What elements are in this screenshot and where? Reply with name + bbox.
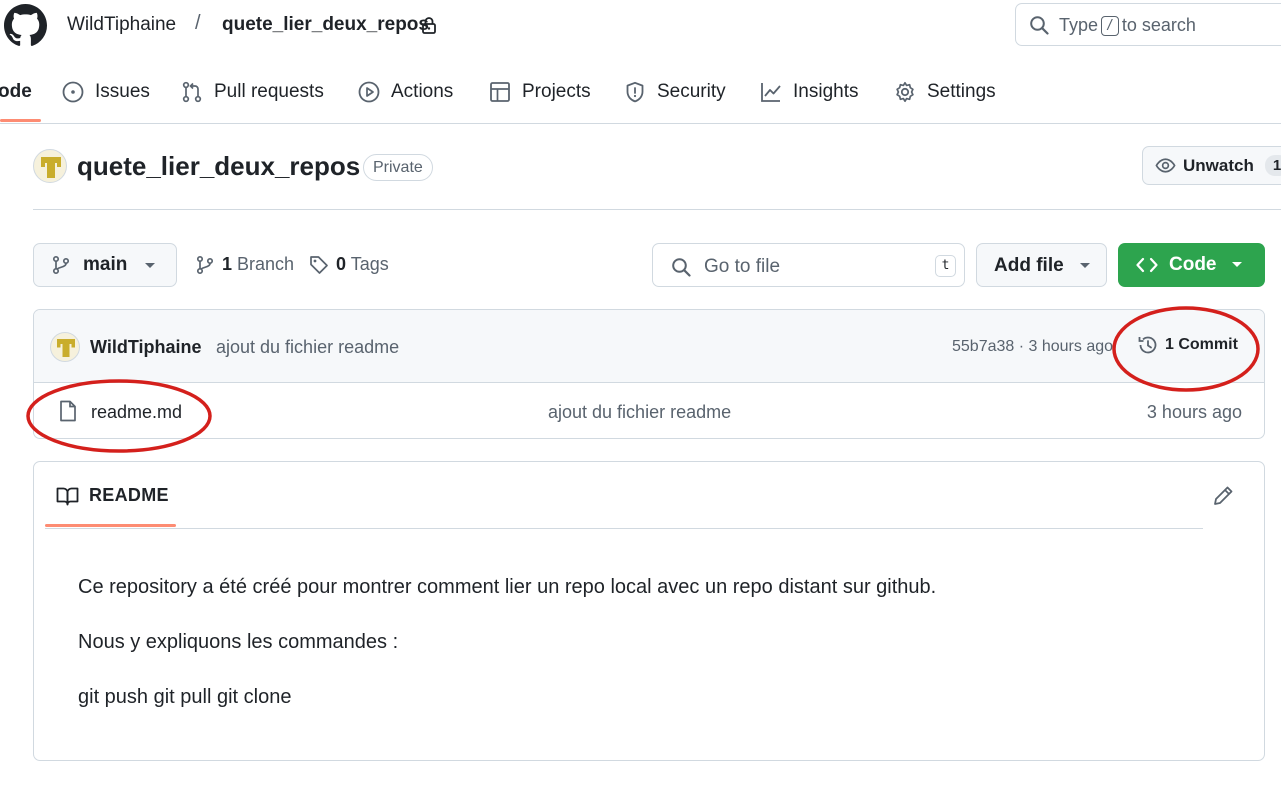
table-row[interactable]: readme.md ajout du fichier readme 3 hour… bbox=[34, 384, 1264, 438]
repo-owner-avatar[interactable] bbox=[33, 149, 67, 183]
lock-icon bbox=[421, 16, 437, 34]
unwatch-button[interactable]: Unwatch 1 bbox=[1142, 146, 1281, 185]
readme-paragraph: git push git pull git clone bbox=[78, 686, 292, 708]
tab-settings[interactable]: Settings bbox=[894, 62, 996, 122]
graph-icon bbox=[760, 81, 782, 103]
chevron-down-icon bbox=[144, 262, 156, 270]
chevron-down-icon bbox=[1231, 261, 1243, 269]
divider bbox=[45, 528, 1203, 529]
pull-request-icon bbox=[181, 81, 203, 103]
github-logo-icon[interactable] bbox=[4, 4, 47, 47]
branch-icon bbox=[51, 255, 71, 275]
commit-hash-time[interactable]: 55b7a38 · 3 hours ago bbox=[952, 338, 1113, 356]
code-button[interactable]: Code bbox=[1118, 243, 1265, 287]
repo-title[interactable]: quete_lier_deux_repos bbox=[77, 151, 360, 182]
branches-text: 1 Branch bbox=[222, 254, 295, 274]
tab-code[interactable]: ode bbox=[0, 62, 32, 122]
go-to-file-input[interactable]: Go to file t bbox=[652, 243, 965, 287]
top-header: WildTiphaine / quete_lier_deux_repos Typ… bbox=[0, 0, 1281, 52]
search-icon bbox=[671, 257, 691, 277]
tab-projects[interactable]: Projects bbox=[489, 62, 591, 122]
book-icon bbox=[56, 486, 79, 506]
readme-tab[interactable]: README bbox=[56, 485, 169, 506]
code-button-label: Code bbox=[1169, 254, 1217, 275]
branch-name: main bbox=[83, 254, 128, 275]
tab-settings-label: Settings bbox=[927, 81, 996, 102]
tags-link[interactable]: 0 Tags bbox=[309, 254, 389, 275]
file-commit-message-link[interactable]: ajout du fichier readme bbox=[548, 402, 731, 423]
tab-insights[interactable]: Insights bbox=[760, 62, 858, 122]
readme-paragraph: Ce repository a été créé pour montrer co… bbox=[78, 576, 937, 598]
tab-code-label: ode bbox=[0, 81, 32, 102]
readme-paragraph: Nous y expliquons les commandes : bbox=[78, 631, 399, 653]
readme-tab-label: README bbox=[89, 485, 169, 505]
add-file-label: Add file bbox=[994, 255, 1064, 276]
tab-pull-requests-label: Pull requests bbox=[214, 81, 324, 102]
branches-link[interactable]: 1 Branch bbox=[195, 254, 294, 275]
branch-selector-button[interactable]: main bbox=[33, 243, 177, 287]
global-search-input[interactable]: Type / to search bbox=[1015, 3, 1281, 46]
latest-commit-bar: WildTiphaine ajout du fichier readme 55b… bbox=[34, 310, 1264, 383]
tab-projects-label: Projects bbox=[522, 81, 591, 102]
tag-icon bbox=[309, 255, 329, 275]
tags-text: 0 Tags bbox=[336, 254, 389, 274]
eye-icon bbox=[1155, 155, 1176, 176]
search-icon bbox=[1029, 15, 1049, 35]
search-placeholder: Type / to search bbox=[1059, 15, 1196, 36]
commits-history-link[interactable]: 1 Commit bbox=[1137, 334, 1238, 356]
file-list: WildTiphaine ajout du fichier readme 55b… bbox=[33, 309, 1265, 439]
tab-active-indicator bbox=[0, 119, 41, 122]
file-commit-age: 3 hours ago bbox=[1146, 402, 1242, 422]
chevron-down-icon bbox=[1079, 262, 1091, 270]
tab-actions-label: Actions bbox=[391, 81, 454, 102]
pencil-edit-icon[interactable] bbox=[1212, 485, 1234, 507]
history-icon bbox=[1137, 334, 1159, 356]
divider bbox=[33, 209, 1281, 210]
go-to-file-shortcut-key: t bbox=[935, 255, 956, 277]
tab-security[interactable]: Security bbox=[624, 62, 726, 122]
search-shortcut-key: / bbox=[1101, 16, 1119, 36]
commits-count-label: 1 Commit bbox=[1165, 336, 1238, 353]
repo-nav: ode Issues Pull requests Actions Project… bbox=[0, 62, 1281, 124]
breadcrumb-separator: / bbox=[195, 12, 201, 34]
play-icon bbox=[358, 81, 380, 103]
watch-count: 1 bbox=[1264, 155, 1281, 176]
branch-icon bbox=[195, 255, 215, 275]
breadcrumb-repo-link[interactable]: quete_lier_deux_repos bbox=[222, 14, 429, 36]
file-icon bbox=[58, 400, 78, 422]
table-icon bbox=[489, 81, 511, 103]
issue-icon bbox=[62, 81, 84, 103]
readme-tab-indicator bbox=[45, 524, 176, 527]
shield-icon bbox=[624, 81, 646, 103]
gear-icon bbox=[894, 81, 916, 103]
breadcrumb-owner-link[interactable]: WildTiphaine bbox=[67, 14, 176, 36]
commit-author-link[interactable]: WildTiphaine bbox=[90, 337, 202, 358]
tab-actions[interactable]: Actions bbox=[358, 62, 453, 122]
tab-insights-label: Insights bbox=[793, 81, 859, 102]
tab-pull-requests[interactable]: Pull requests bbox=[181, 62, 324, 122]
commit-message-link[interactable]: ajout du fichier readme bbox=[216, 337, 399, 358]
unwatch-label: Unwatch bbox=[1183, 155, 1254, 175]
readme-content: Ce repository a été créé pour montrer co… bbox=[78, 575, 936, 740]
readme-header: README bbox=[34, 462, 1264, 529]
author-avatar[interactable] bbox=[50, 332, 80, 362]
file-name-link[interactable]: readme.md bbox=[91, 402, 182, 423]
add-file-button[interactable]: Add file bbox=[976, 243, 1107, 287]
tab-issues[interactable]: Issues bbox=[62, 62, 150, 122]
go-to-file-placeholder: Go to file bbox=[704, 256, 781, 277]
readme-panel: README Ce repository a été créé pour mon… bbox=[33, 461, 1265, 761]
code-brackets-icon bbox=[1136, 255, 1158, 275]
tab-issues-label: Issues bbox=[95, 81, 150, 102]
visibility-badge: Private bbox=[363, 154, 433, 181]
tab-security-label: Security bbox=[657, 81, 726, 102]
